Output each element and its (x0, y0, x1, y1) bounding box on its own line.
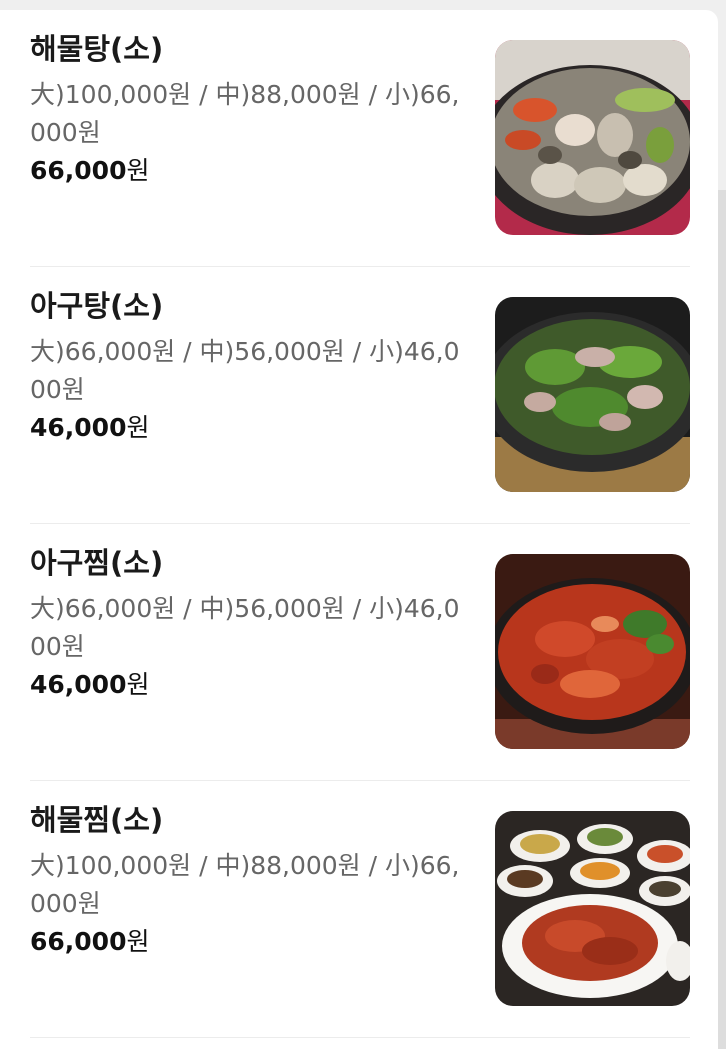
price-number: 66,000 (30, 927, 127, 956)
braised-monkfish-image (495, 554, 690, 749)
braised-seafood-photo[interactable] (495, 811, 690, 1006)
menu-item-name: 해물탕(소) (30, 32, 164, 66)
menu-item[interactable]: 해물탕(소) 大)100,000원 / 中)88,000원 / 小)66,000… (30, 10, 690, 267)
price-number: 46,000 (30, 670, 127, 699)
menu-item-name: 아구찜(소) (30, 546, 164, 580)
price-unit: 원 (126, 670, 150, 699)
price-unit: 원 (126, 927, 150, 956)
menu-item-price: 66,000원 (30, 923, 150, 961)
menu-item-description: 大)100,000원 / 中)88,000원 / 小)66,000원 (30, 80, 460, 147)
menu-item-description: 大)66,000원 / 中)56,000원 / 小)46,000원 (30, 594, 460, 661)
price-number: 46,000 (30, 413, 127, 442)
menu-item-price: 46,000원 (30, 409, 150, 447)
menu-list: 해물탕(소) 大)100,000원 / 中)88,000원 / 小)66,000… (0, 10, 718, 1049)
menu-item[interactable]: 해물찜(소) 大)100,000원 / 中)88,000원 / 小)66,000… (30, 781, 690, 1038)
braised-monkfish-photo[interactable] (495, 554, 690, 749)
seafood-stew-image (495, 40, 690, 235)
menu-item-price: 46,000원 (30, 666, 150, 704)
price-number: 66,000 (30, 156, 127, 185)
scrollbar[interactable] (718, 190, 726, 1049)
monkfish-stew-image (495, 297, 690, 492)
menu-item-name: 해물찜(소) (30, 803, 164, 837)
menu-item-description: 大)66,000원 / 中)56,000원 / 小)46,000원 (30, 337, 460, 404)
monkfish-stew-photo[interactable] (495, 297, 690, 492)
menu-item-description: 大)100,000원 / 中)88,000원 / 小)66,000원 (30, 851, 460, 918)
price-unit: 원 (126, 156, 150, 185)
seafood-stew-photo[interactable] (495, 40, 690, 235)
braised-seafood-image (495, 811, 690, 1006)
menu-item[interactable]: 아구찜(소) 大)66,000원 / 中)56,000원 / 小)46,000원… (30, 524, 690, 781)
price-unit: 원 (126, 413, 150, 442)
menu-item-price: 66,000원 (30, 152, 150, 190)
menu-item[interactable]: 아구탕(소) 大)66,000원 / 中)56,000원 / 小)46,000원… (30, 267, 690, 524)
menu-item-name: 아구탕(소) (30, 289, 164, 323)
